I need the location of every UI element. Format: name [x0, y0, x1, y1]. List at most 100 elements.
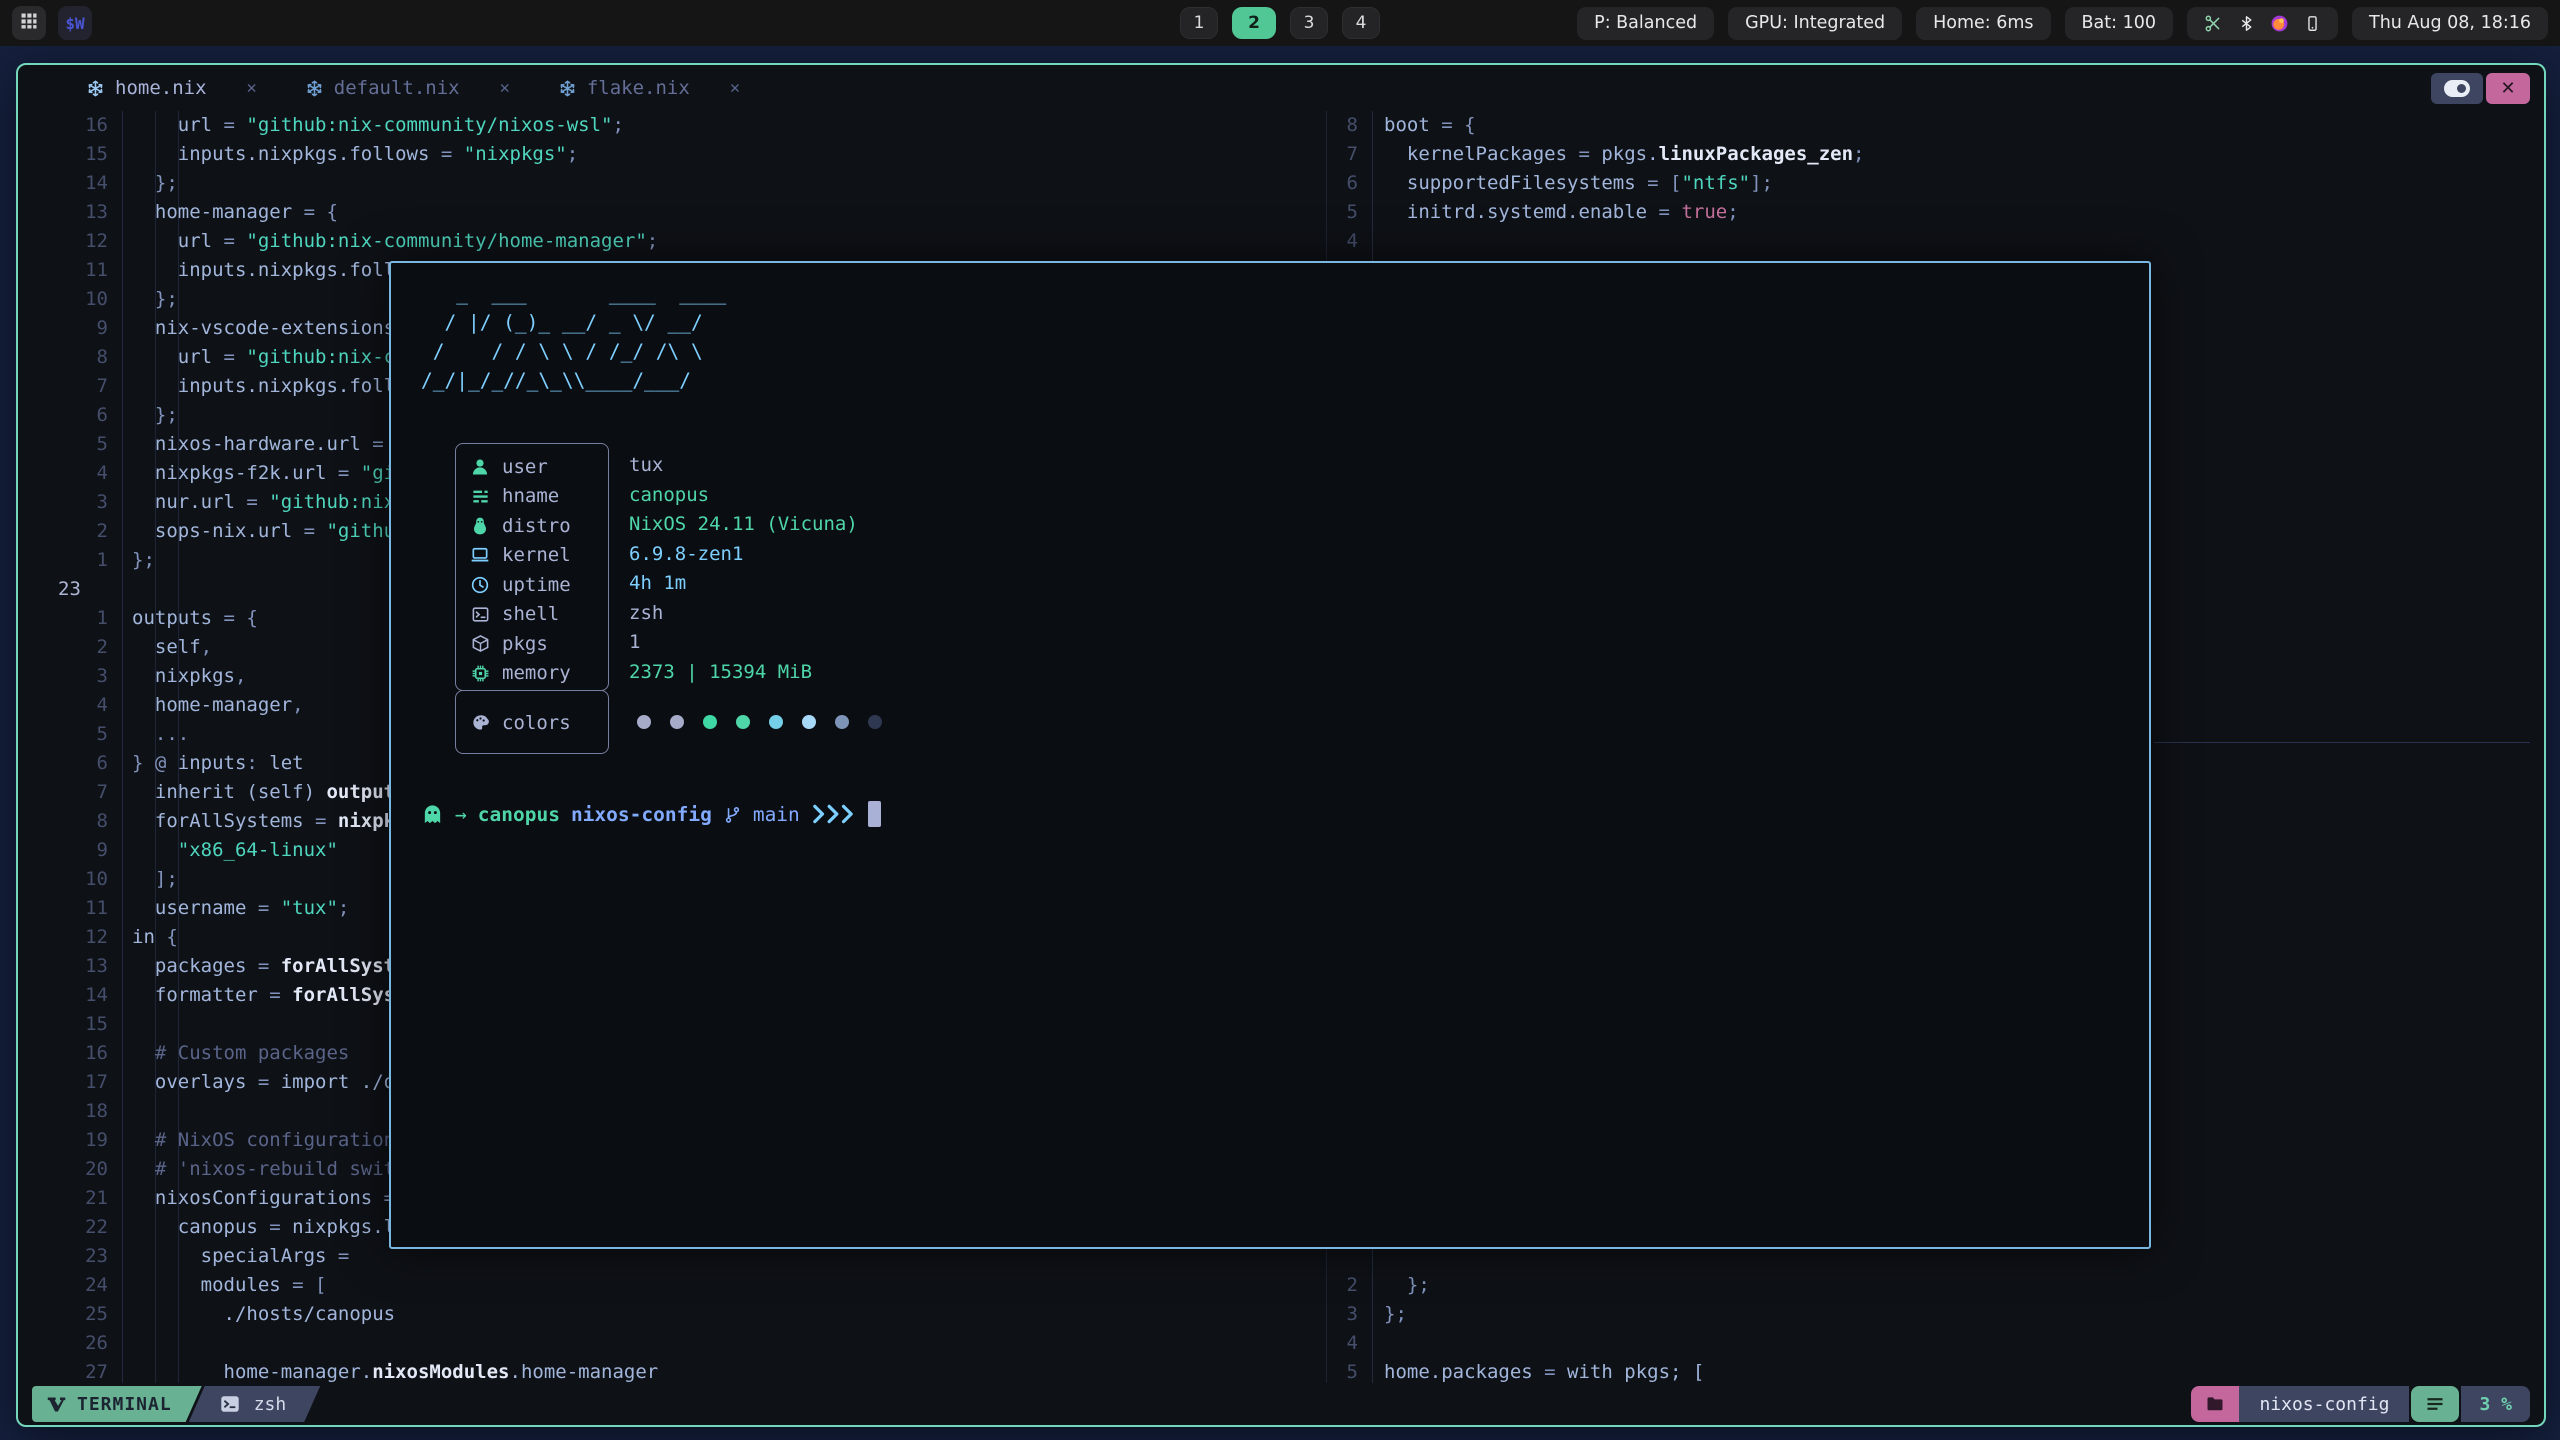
toggle-button[interactable] [2431, 73, 2483, 104]
token: = { [1430, 114, 1476, 136]
prompt-text: canopus [478, 803, 560, 826]
bluetooth-icon[interactable] [2238, 15, 2255, 32]
status-module[interactable]: Home: 6ms [1916, 7, 2050, 40]
workspace-button-4[interactable]: 4 [1342, 7, 1380, 39]
tab-close-icon[interactable]: ✕ [500, 78, 510, 98]
nix-snowflake-icon [305, 79, 324, 98]
token: ... [132, 723, 189, 745]
branch-icon [723, 805, 742, 824]
token: inputs.nixpkgs.follows [132, 259, 429, 281]
code-row: 5 initrd.systemd.enable = true; [18, 198, 2544, 227]
vim-icon [46, 1394, 67, 1415]
token: : [246, 752, 269, 774]
token: supportedFilesystems [1384, 172, 1636, 194]
line-number: 10 [32, 285, 108, 314]
code-line: specialArgs = [132, 1242, 361, 1271]
editor-window: home.nix✕default.nix✕flake.nix✕ ✕ 16 url… [16, 63, 2546, 1427]
clock[interactable]: Thu Aug 08, 18:16 [2352, 7, 2548, 40]
line-number: 2 [32, 633, 108, 662]
token: outputs [132, 607, 212, 629]
status-module[interactable]: P: Balanced [1577, 7, 1714, 40]
code-line: boot = { [1384, 111, 1476, 140]
tab-default.nix[interactable]: default.nix✕ [295, 77, 520, 99]
color-dot [868, 715, 882, 729]
memory-icon [467, 664, 493, 683]
token: }; [132, 288, 178, 310]
fetch-label: memory [502, 662, 571, 684]
line-number: 19 [32, 1126, 108, 1155]
app-launcher-button[interactable] [12, 6, 46, 40]
mode-segment: TERMINAL [32, 1386, 202, 1422]
tab-label: flake.nix [587, 77, 690, 99]
token: ]; [1750, 172, 1773, 194]
tab-close-icon[interactable]: ✕ [730, 78, 740, 98]
fetch-row-kernel: kernel [456, 541, 608, 571]
nix-snowflake-icon [558, 79, 577, 98]
system-tray[interactable] [2187, 7, 2338, 40]
fastfetch-colors-box: colors [455, 690, 609, 754]
window-controls: ✕ [2431, 73, 2530, 104]
token: = [246, 1071, 280, 1093]
token: , [292, 694, 303, 716]
fetch-value-kernel: 6.9.8-zen1 [629, 540, 743, 570]
shell-prompt[interactable]: →canopusnixos-configmain [421, 799, 881, 829]
color-dot [802, 715, 816, 729]
code-line: packages = forAllSystems [132, 952, 429, 981]
token: = { [212, 607, 258, 629]
token: ; [338, 897, 349, 919]
distro-icon [467, 516, 493, 536]
window-close-button[interactable]: ✕ [2486, 73, 2530, 104]
current-line-number: 23 [58, 575, 134, 604]
floating-terminal[interactable]: _ ___ ____ ____ / |/ (_)_ __/ _ \/ __/ /… [389, 261, 2151, 1249]
token: = [246, 897, 280, 919]
tab-flake.nix[interactable]: flake.nix ✕ [548, 77, 750, 99]
status-module[interactable]: GPU: Integrated [1728, 7, 1902, 40]
workspace-button-3[interactable]: 3 [1290, 7, 1328, 39]
token: = [212, 346, 246, 368]
line-number: 11 [32, 256, 108, 285]
tab-label: home.nix [115, 77, 207, 99]
token: , [235, 665, 246, 687]
apps-grid-icon [19, 11, 39, 35]
status-module[interactable]: Bat: 100 [2065, 7, 2173, 40]
token: # NixOS configurations [132, 1129, 407, 1151]
phone-icon[interactable] [2304, 15, 2321, 32]
ghost-icon [421, 803, 444, 826]
fetch-row-hname: hname [456, 482, 608, 512]
line-number: 4 [1298, 1329, 1358, 1358]
swww-icon[interactable] [2270, 14, 2289, 33]
tab-close-icon[interactable]: ✕ [247, 78, 257, 98]
fetch-value-memory: 2373 | 15394 MiB [629, 658, 812, 688]
token: inherit (self) [132, 781, 326, 803]
top-status-bar: $W 1234 P: Balanced GPU: Integrated Home: … [0, 0, 2560, 46]
code-line: kernelPackages = pkgs.linuxPackages_zen; [1384, 140, 1864, 169]
code-row: 5home.packages = with pkgs; [ [18, 1358, 2544, 1383]
code-line: # Custom packages [132, 1039, 349, 1068]
token: ; [1853, 143, 1864, 165]
token: nixpkgs-f2k.url [132, 462, 326, 484]
line-number: 15 [32, 1010, 108, 1039]
token: }; [1384, 1303, 1407, 1325]
code-line: "x86_64-linux" [132, 836, 338, 865]
scissors-icon[interactable] [2204, 14, 2223, 33]
line-number: 12 [32, 923, 108, 952]
workspace-button-2[interactable]: 2 [1232, 7, 1276, 39]
line-number: 18 [32, 1097, 108, 1126]
token: sops-nix.url [132, 520, 292, 542]
fetch-label: kernel [502, 544, 571, 566]
fastfetch-info-box: userhnamedistrokerneluptimeshellpkgsmemo… [455, 443, 609, 691]
window-switcher-button[interactable]: $W [58, 6, 92, 40]
code-line: } @ inputs: let [132, 749, 304, 778]
token: pkgs; [ [1613, 1361, 1705, 1383]
fetch-label: hname [502, 485, 559, 507]
folder-icon [2205, 1394, 2225, 1414]
tab-home.nix[interactable]: home.nix ✕ [76, 77, 267, 99]
fetch-label: pkgs [502, 633, 548, 655]
token: { [155, 926, 178, 948]
line-number: 5 [32, 430, 108, 459]
token: linuxPackages_zen [1659, 143, 1853, 165]
statusline: TERMINAL zsh nixos-config 3 % [32, 1386, 2530, 1422]
line-number: 8 [32, 343, 108, 372]
line-number: 16 [32, 1039, 108, 1068]
workspace-button-1[interactable]: 1 [1180, 7, 1218, 39]
